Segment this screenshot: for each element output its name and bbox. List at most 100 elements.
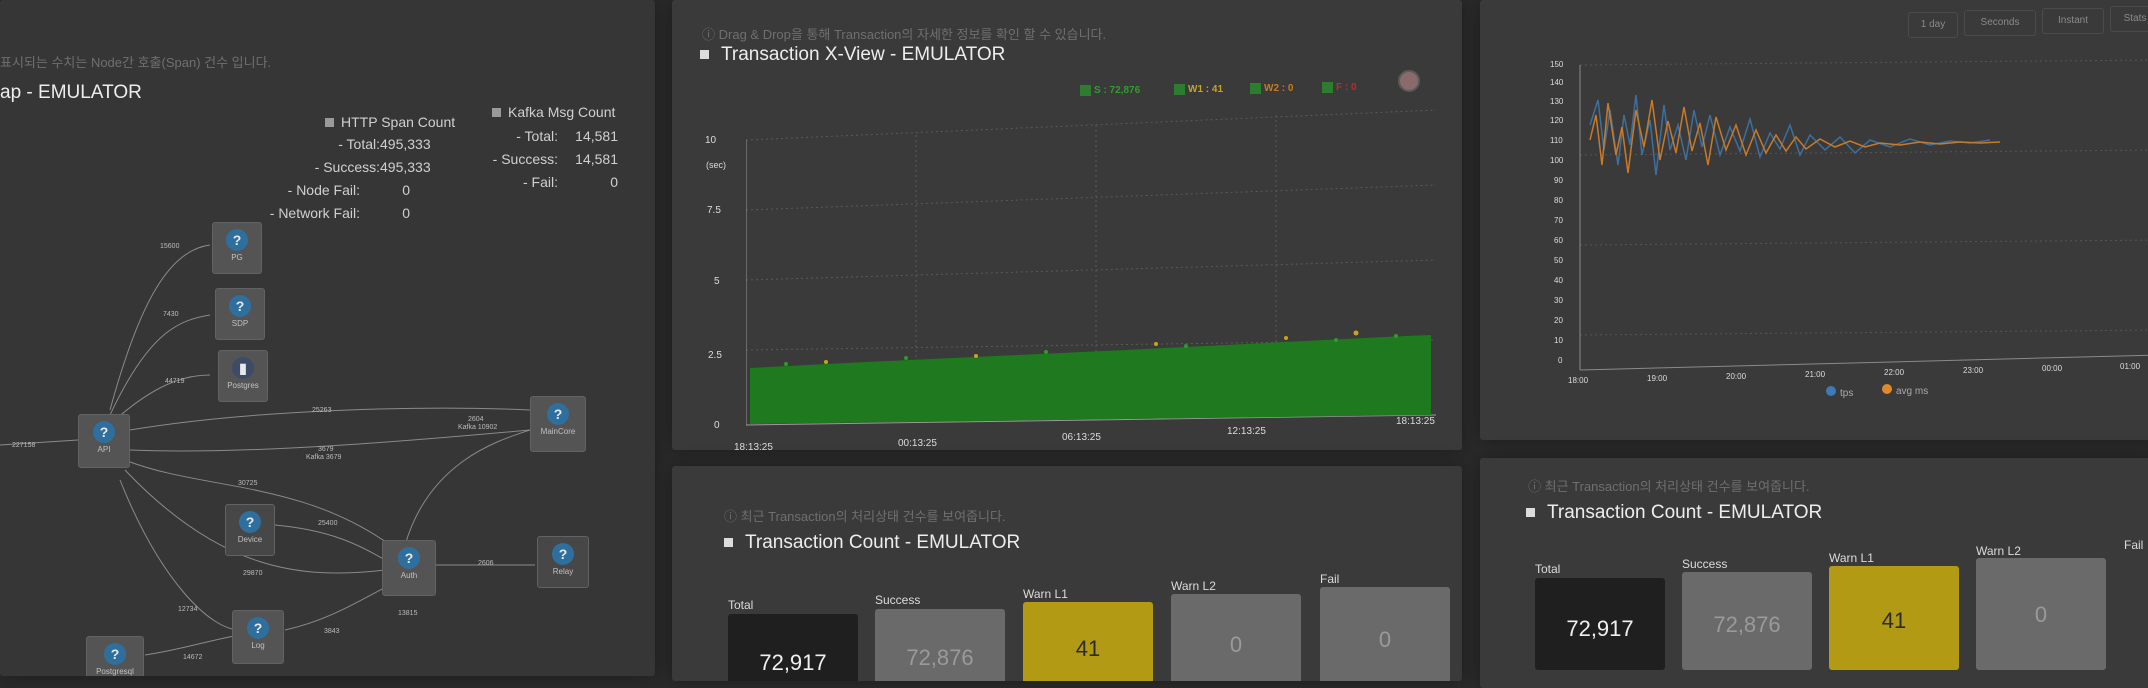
unknown-service-icon: ? xyxy=(229,295,251,317)
tile-success[interactable]: 72,876 xyxy=(875,609,1005,681)
y-tick: 120 xyxy=(1550,116,1564,125)
tile-total[interactable]: 72,917 xyxy=(728,614,858,681)
legend-warn1[interactable]: W1 : 41 xyxy=(1174,84,1223,95)
tile-fail[interactable]: 0 xyxy=(1320,587,1450,681)
tab-stats[interactable]: Stats xyxy=(2110,6,2148,32)
tx-count-hint: ⓘ 최근 Transaction의 처리상태 건수를 보여줍니다. xyxy=(724,509,1006,524)
y-tick: 150 xyxy=(1550,60,1564,69)
y-tick: 50 xyxy=(1554,256,1563,265)
checkbox-icon xyxy=(1250,83,1261,94)
tab-1day[interactable]: 1 day xyxy=(1908,12,1958,38)
x-tick: 21:00 xyxy=(1805,370,1826,379)
edge-label: 227158 xyxy=(12,442,36,449)
unknown-service-icon: ? xyxy=(247,617,269,639)
legend-warn2[interactable]: W2 : 0 xyxy=(1250,83,1293,94)
tile-label-warn1: Warn L1 xyxy=(1829,551,1874,565)
y-tick: 10 xyxy=(1554,336,1563,345)
x-tick: 12:13:25 xyxy=(1227,426,1266,437)
legend-fail[interactable]: F : 0 xyxy=(1322,82,1357,93)
tile-label-warn1: Warn L1 xyxy=(1023,587,1068,601)
x-tick: 20:00 xyxy=(1726,372,1747,381)
xview-scatter[interactable] xyxy=(746,100,1436,440)
edge-label: 25400 xyxy=(318,520,338,527)
y-tick: 130 xyxy=(1550,97,1564,106)
y-tick: 5 xyxy=(714,276,720,287)
tx-count-title: Transaction Count - EMULATOR xyxy=(1526,502,1822,524)
y-tick: 0 xyxy=(714,420,720,431)
tab-instant[interactable]: Instant xyxy=(2042,8,2104,34)
tile-label-fail: Fail xyxy=(1320,572,1340,586)
service-node-auth[interactable]: ? Auth xyxy=(382,540,436,596)
tile-label-fail: Fail xyxy=(2124,538,2144,552)
y-tick: 0 xyxy=(1558,356,1563,365)
checkbox-icon xyxy=(1174,84,1185,95)
tile-label-success: Success xyxy=(1682,557,1728,571)
unknown-service-icon: ? xyxy=(398,547,420,569)
edge-label: 3679 xyxy=(318,446,334,453)
edge-label: 44719 xyxy=(165,378,185,385)
edge-label: 29870 xyxy=(243,570,263,577)
service-node-api[interactable]: ? API xyxy=(78,414,130,468)
legend-avg[interactable]: avg ms xyxy=(1882,384,1928,397)
service-node-sdp[interactable]: ? SDP xyxy=(215,288,265,340)
x-tick: 00:00 xyxy=(2042,364,2063,373)
x-tick: 18:13:25 xyxy=(734,442,773,450)
xview-panel: ⓘ Drag & Drop을 통해 Transaction의 자세한 정보를 확… xyxy=(672,0,1462,450)
service-node-maincore[interactable]: ? MainCore xyxy=(530,396,586,452)
y-tick: 100 xyxy=(1550,156,1564,165)
y-tick: 140 xyxy=(1550,78,1564,87)
x-tick: 18:00 xyxy=(1568,376,1589,385)
unknown-service-icon: ? xyxy=(93,421,115,443)
service-node-postgres[interactable]: ▮ Postgres xyxy=(218,350,268,402)
edge-label: 14672 xyxy=(183,654,203,661)
tile-total[interactable]: 72,917 xyxy=(1535,578,1665,670)
edge-label: 2604 xyxy=(468,416,484,423)
unknown-service-icon: ? xyxy=(552,543,574,565)
unknown-service-icon: ? xyxy=(547,403,569,425)
unknown-service-icon: ? xyxy=(239,511,261,533)
tile-warn1[interactable]: 41 xyxy=(1023,602,1153,681)
service-node-pg[interactable]: ? PG xyxy=(212,222,262,274)
gear-icon[interactable] xyxy=(1398,70,1420,92)
checkbox-icon xyxy=(1322,82,1333,93)
tile-label-total: Total xyxy=(1535,562,1561,576)
y-tick: 10 xyxy=(705,135,717,146)
y-tick: 2.5 xyxy=(708,350,722,361)
edge-label: 30725 xyxy=(238,480,258,487)
xview-title: Transaction X-View - EMULATOR xyxy=(700,44,1005,66)
tile-label-warn2: Warn L2 xyxy=(1976,544,2021,558)
x-tick: 06:13:25 xyxy=(1062,432,1101,443)
legend-dot-icon xyxy=(1882,384,1892,394)
y-tick: 30 xyxy=(1554,296,1563,305)
tile-warn2[interactable]: 0 xyxy=(1171,594,1301,681)
y-tick: 7.5 xyxy=(707,205,721,216)
tile-success[interactable]: 72,876 xyxy=(1682,572,1812,670)
unknown-service-icon: ? xyxy=(104,643,126,665)
tile-label-success: Success xyxy=(875,593,921,607)
x-tick: 23:00 xyxy=(1963,366,1984,375)
service-map-panel: 표시되는 수치는 Node간 호출(Span) 건수 입니다. ap - EMU… xyxy=(0,0,655,676)
y-tick: 40 xyxy=(1554,276,1563,285)
tile-warn1[interactable]: 41 xyxy=(1829,566,1959,670)
service-node-log[interactable]: ? Log xyxy=(232,610,284,664)
edge-label: 13815 xyxy=(398,610,418,617)
service-node-device[interactable]: ? Device xyxy=(225,504,275,556)
edge-label: 7430 xyxy=(163,311,179,318)
tx-count-panel: ⓘ 최근 Transaction의 처리상태 건수를 보여줍니다. Transa… xyxy=(672,466,1462,681)
tps-line-chart[interactable] xyxy=(1480,55,2148,385)
tile-warn2[interactable]: 0 xyxy=(1976,558,2106,670)
unknown-service-icon: ? xyxy=(226,229,248,251)
legend-tps[interactable]: tps xyxy=(1826,386,1853,399)
legend-success[interactable]: S : 72,876 xyxy=(1080,85,1140,96)
y-tick: 90 xyxy=(1554,176,1563,185)
x-tick: 01:00 xyxy=(2120,362,2141,371)
tab-seconds[interactable]: Seconds xyxy=(1964,10,2036,36)
edge-label: Kafka 10902 xyxy=(458,424,498,431)
y-tick: 20 xyxy=(1554,316,1563,325)
service-node-postgresql[interactable]: ? Postgresql xyxy=(86,636,144,676)
y-tick: 60 xyxy=(1554,236,1563,245)
y-tick: 70 xyxy=(1554,216,1563,225)
edge-label: 12734 xyxy=(178,606,198,613)
tile-label-total: Total xyxy=(728,598,754,612)
service-node-relay[interactable]: ? Relay xyxy=(537,536,589,588)
